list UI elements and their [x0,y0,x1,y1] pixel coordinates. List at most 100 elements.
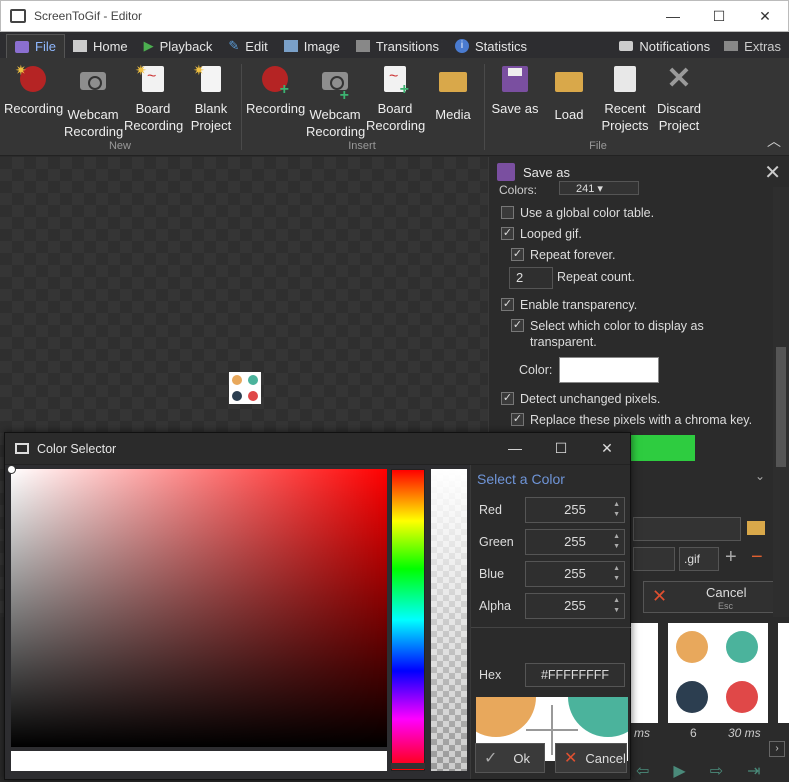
notifications-button[interactable]: Notifications [619,39,710,54]
maximize-button[interactable]: ☐ [696,1,742,31]
frame-thumbnail-selected[interactable] [668,623,768,723]
info-icon: i [454,39,469,53]
dialog-maximize-button[interactable]: ☐ [538,440,584,457]
extras-button[interactable]: Extras [724,39,781,54]
save-as-button[interactable]: Save as [486,64,544,117]
tab-file[interactable]: File [6,34,65,58]
colors-label: Colors: [499,183,538,197]
selected-color-preview [11,751,387,771]
button-label: Recording [124,118,184,133]
green-input[interactable]: 255 ▲ ▼ [525,529,625,555]
remove-icon[interactable]: − [751,547,763,567]
load-button[interactable]: Load [540,64,598,123]
close-button[interactable]: ✕ [742,1,788,31]
button-label: Board [135,101,171,116]
frame-thumbnail[interactable] [778,623,789,723]
insert-webcam-recording-button[interactable]: + Webcam Recording [306,64,365,140]
spinner-arrows-icon[interactable]: ▲ ▼ [613,596,620,616]
red-dot [248,391,258,401]
insert-media-button[interactable]: Media [424,64,482,123]
tab-playback[interactable]: ▶ Playback [136,34,221,58]
collapse-ribbon-chevron-icon[interactable]: ︿ [767,131,781,151]
tab-transitions[interactable]: Transitions [348,34,447,58]
alpha-slider[interactable] [431,469,467,771]
alpha-label: Alpha [479,599,511,613]
plus-icon: + [279,81,289,98]
tab-home[interactable]: Home [65,34,136,58]
enable-transparency-checkbox[interactable]: ✓ Enable transparency. [501,297,637,313]
checkbox-label: Looped gif. [520,227,582,241]
hue-slider-handle[interactable] [391,763,425,771]
filename-input[interactable] [633,547,675,571]
tab-label: Image [303,38,340,54]
color-selector-dialog: Color Selector — ☐ ✕ Select a Color Red … [4,432,631,780]
play-icon[interactable]: ▶ [673,761,685,781]
frame-delay: ms [634,726,650,740]
alpha-input[interactable]: 255 ▲ ▼ [525,593,625,619]
ok-button[interactable]: ✓ Ok [475,743,545,773]
spinner-arrows-icon[interactable]: ▲ ▼ [613,564,620,584]
app-icon [10,9,26,23]
extension-select[interactable]: .gif [679,547,719,571]
camera-icon [80,72,106,90]
tab-edit[interactable]: ✎ Edit [220,34,275,58]
blue-input[interactable]: 255 ▲ ▼ [525,561,625,587]
save-panel-scrollbar[interactable] [773,187,789,617]
extension-value: .gif [684,552,701,566]
output-folder-input[interactable] [633,517,741,541]
star-icon: ✷ [135,62,147,78]
insert-recording-button[interactable]: + Recording [246,64,305,117]
repeat-forever-checkbox[interactable]: ✓ Repeat forever. [511,247,615,263]
insert-board-recording-button[interactable]: + Board Recording [366,64,425,134]
detect-unchanged-checkbox[interactable]: ✓ Detect unchanged pixels. [501,391,660,407]
previous-frame-icon[interactable]: ⇦ [636,761,649,781]
saturation-value-picker[interactable] [7,465,387,747]
spinner-arrows-icon[interactable]: ▲ ▼ [613,532,620,552]
replace-chroma-checkbox[interactable]: ✓ Replace these pixels with a chroma key… [511,412,752,428]
checkmark-icon: ✓ [484,750,498,767]
navy-dot [232,391,242,401]
transparent-color-swatch[interactable] [559,357,659,383]
checkbox-label: Enable transparency. [520,298,638,312]
scroll-right-button[interactable]: › [769,741,785,757]
spinner-arrows-icon[interactable]: ▲ ▼ [613,500,620,520]
close-panel-icon[interactable]: ✕ [764,160,781,185]
new-board-recording-button[interactable]: ✷ Board Recording [124,62,184,134]
new-webcam-recording-button[interactable]: Webcam Recording [64,64,123,140]
discard-project-button[interactable]: ✕ Discard Project [650,64,708,134]
green-label: Green [479,535,514,549]
home-icon [72,40,87,52]
dialog-close-button[interactable]: ✕ [584,440,630,457]
recent-projects-button[interactable]: Recent Projects [596,64,654,134]
looped-gif-checkbox[interactable]: ✓ Looped gif. [501,226,582,242]
folder-icon[interactable] [747,521,765,535]
new-recording-button[interactable]: ✷ Recording [4,62,63,117]
tab-image[interactable]: Image [276,34,348,58]
cancel-label: Cancel [585,750,626,766]
blank-project-button[interactable]: ✷ Blank Project [182,62,240,134]
select-transparent-color-checkbox[interactable]: ✓ Select which color to display as transp… [511,318,741,350]
repeat-count-input[interactable]: 2 [509,267,553,289]
add-icon[interactable]: + [725,547,737,567]
cancel-x-icon: ✕ [564,750,578,767]
window-title: ScreenToGif - Editor [34,9,143,23]
cancel-shortcut-hint: Esc [718,601,734,611]
last-frame-icon[interactable]: ⇥ [747,761,760,781]
minimize-button[interactable]: — [650,1,696,31]
cancel-button[interactable]: ✕ Cancel Esc [643,581,783,613]
scrollbar-thumb[interactable] [776,347,786,467]
tab-statistics[interactable]: i Statistics [447,34,535,58]
button-label: Recent [604,101,646,116]
picker-handle[interactable] [7,465,16,474]
colors-select[interactable]: 241 ▾ [559,181,639,195]
hue-slider[interactable] [391,469,425,771]
red-input[interactable]: 255 ▲ ▼ [525,497,625,523]
dialog-minimize-button[interactable]: — [492,440,538,457]
cancel-label: Cancel [706,585,747,600]
next-frame-icon[interactable]: ⇨ [710,761,723,781]
chevron-down-icon[interactable]: ⌄ [755,469,765,483]
hex-input[interactable]: #FFFFFFFF [525,663,625,687]
chroma-key-color-swatch[interactable] [629,435,695,461]
global-color-table-checkbox[interactable]: Use a global color table. [501,205,654,221]
dialog-cancel-button[interactable]: ✕ Cancel [555,743,627,773]
